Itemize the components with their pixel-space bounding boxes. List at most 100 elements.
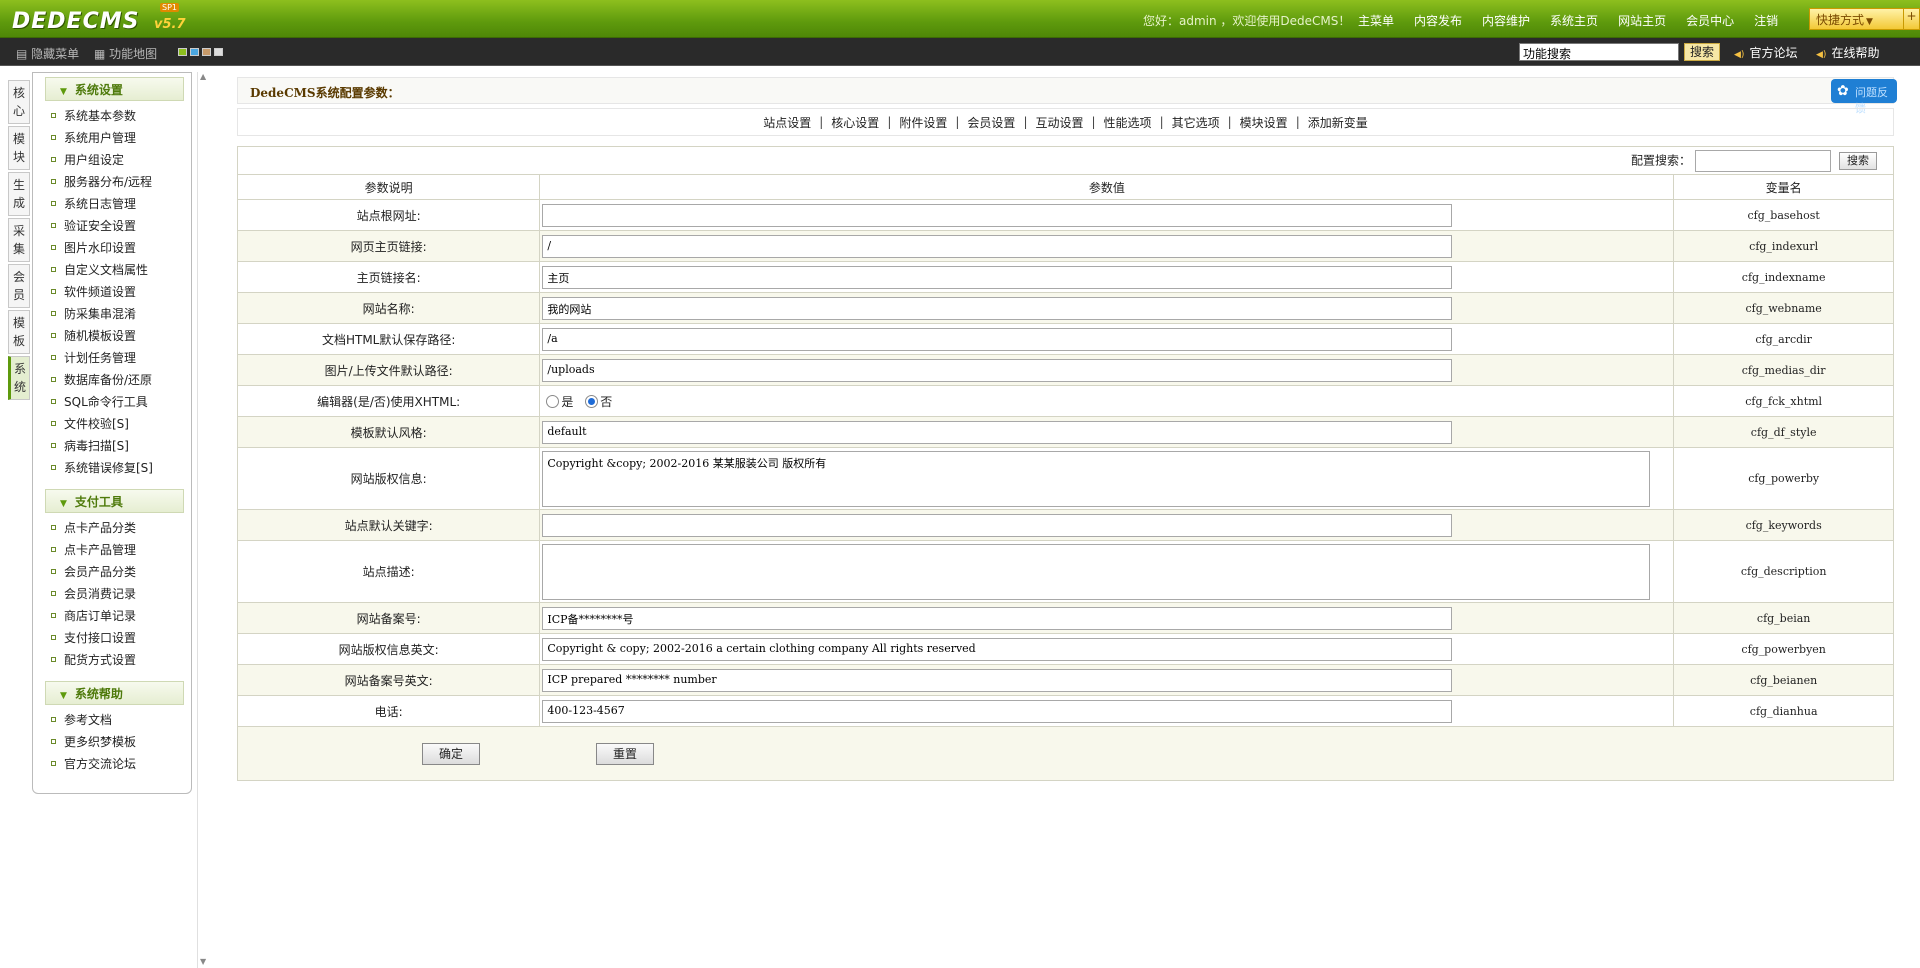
menu-item[interactable]: 验证安全设置 [51, 217, 191, 239]
bullet-icon [51, 569, 56, 574]
menu-item[interactable]: 病毒扫描[S] [51, 437, 191, 459]
scroll-down-icon[interactable]: ▼ [200, 957, 206, 966]
menu-item[interactable]: 商店订单记录 [51, 607, 191, 629]
menu-item[interactable]: 点卡产品管理 [51, 541, 191, 563]
xhtml-yes-radio[interactable] [546, 394, 560, 408]
table-row: 站点描述: cfg_description [236, 540, 1894, 603]
tab-member-settings[interactable]: 会员设置 [967, 114, 1015, 131]
version-label: v5.7 [154, 17, 186, 32]
section-system-settings[interactable]: ▼ 系统设置 [45, 77, 184, 101]
indexurl-input[interactable]: / [542, 234, 1453, 258]
skin-green-icon[interactable] [178, 48, 187, 56]
bullet-icon [51, 223, 56, 228]
bullet-icon [51, 421, 56, 426]
bullet-icon [51, 525, 56, 530]
menu-item[interactable]: 数据库备份/还原 [51, 371, 191, 393]
menu-item[interactable]: 软件频道设置 [51, 283, 191, 305]
function-search-button[interactable]: 搜索 [1684, 43, 1720, 61]
left-menu: ▼ 系统设置 系统基本参数 系统用户管理 用户组设定 服务器分布/远程 系统日志管… [32, 72, 192, 794]
vtab-system[interactable]: 系统 [8, 356, 30, 400]
quick-menu-button[interactable]: 快捷方式 ▼ + [1809, 8, 1920, 30]
menu-item[interactable]: 随机模板设置 [51, 327, 191, 349]
tab-performance-options[interactable]: 性能选项 [1104, 114, 1152, 131]
menu-item[interactable]: SQL命令行工具 [51, 393, 191, 415]
nav-system-home[interactable]: 系统主页 [1550, 12, 1598, 29]
powerbyen-input[interactable]: Copyright & copy; 2002-2016 a certain cl… [542, 637, 1453, 661]
skin-gray-icon[interactable] [214, 48, 223, 56]
official-forum-link[interactable]: ◀) 官方论坛 [1734, 44, 1797, 61]
vtab-member[interactable]: 会员 [8, 264, 30, 308]
powerby-textarea[interactable]: Copyright &copy; 2002-2016 某某服装公司 版权所有 [542, 450, 1651, 507]
vtab-collect[interactable]: 采集 [8, 218, 30, 262]
function-map-button[interactable]: ▦ 功能地图 [94, 45, 157, 62]
config-search-input[interactable] [1695, 149, 1831, 172]
vtab-template[interactable]: 模板 [8, 310, 30, 354]
online-help-link[interactable]: ◀) 在线帮助 [1816, 44, 1879, 61]
vtab-generate[interactable]: 生成 [8, 172, 30, 216]
section-system-help[interactable]: ▼ 系统帮助 [45, 681, 184, 705]
tab-add-variable[interactable]: 添加新变量 [1308, 114, 1368, 131]
menu-item[interactable]: 支付接口设置 [51, 629, 191, 651]
menu-item[interactable]: 会员产品分类 [51, 563, 191, 585]
menu-item[interactable]: 用户组设定 [51, 151, 191, 173]
menu-item[interactable]: 会员消费记录 [51, 585, 191, 607]
tab-module-settings[interactable]: 模块设置 [1240, 114, 1288, 131]
beianen-input[interactable]: ICP prepared ******** number [542, 668, 1453, 692]
hide-menu-button[interactable]: ▤ 隐藏菜单 [16, 45, 79, 62]
menu-item[interactable]: 自定义文档属性 [51, 261, 191, 283]
menu-item[interactable]: 服务器分布/远程 [51, 173, 191, 195]
nav-site-home[interactable]: 网站主页 [1618, 12, 1666, 29]
tab-site-settings[interactable]: 站点设置 [763, 114, 811, 131]
table-row: 网站备案号: ICP备********号 cfg_beian [236, 602, 1894, 634]
menu-item[interactable]: 更多织梦模板 [51, 733, 191, 755]
config-search-button[interactable]: 搜索 [1839, 151, 1877, 170]
phone-input[interactable]: 400-123-4567 [542, 699, 1453, 723]
medias-dir-input[interactable]: /uploads [542, 358, 1453, 382]
menu-item[interactable]: 系统用户管理 [51, 129, 191, 151]
menu-item[interactable]: 系统错误修复[S] [51, 459, 191, 481]
xhtml-no-radio[interactable] [585, 394, 599, 408]
menu-item[interactable]: 系统基本参数 [51, 107, 191, 129]
vtab-core[interactable]: 核心 [8, 80, 30, 124]
menu-item[interactable]: 官方交流论坛 [51, 755, 191, 777]
section-payment-tools[interactable]: ▼ 支付工具 [45, 489, 184, 513]
tab-other-options[interactable]: 其它选项 [1172, 114, 1220, 131]
nav-content-maintain[interactable]: 内容维护 [1482, 12, 1530, 29]
arcdir-input[interactable]: /a [542, 327, 1453, 351]
menu-item[interactable]: 计划任务管理 [51, 349, 191, 371]
skin-blue-icon[interactable] [190, 48, 199, 56]
function-search-input[interactable]: 功能搜索 [1519, 43, 1679, 61]
nav-main-menu[interactable]: 主菜单 [1358, 12, 1394, 29]
menu-item[interactable]: 参考文档 [51, 711, 191, 733]
beian-input[interactable]: ICP备********号 [542, 606, 1453, 630]
webname-input[interactable]: 我的网站 [542, 296, 1453, 320]
reset-button[interactable]: 重置 [596, 742, 654, 765]
vtab-module[interactable]: 模块 [8, 126, 30, 170]
menu-item[interactable]: 防采集串混淆 [51, 305, 191, 327]
menu-item[interactable]: 点卡产品分类 [51, 519, 191, 541]
submit-button[interactable]: 确定 [422, 742, 480, 765]
frame-scrollbar[interactable]: ▲ ▼ [197, 72, 211, 968]
speaker-icon: ◀) [1734, 50, 1745, 60]
nav-logout[interactable]: 注销 [1754, 12, 1778, 29]
basehost-input[interactable] [542, 203, 1453, 227]
indexname-input[interactable]: 主页 [542, 265, 1453, 289]
menu-item[interactable]: 配货方式设置 [51, 651, 191, 673]
skin-brown-icon[interactable] [202, 48, 211, 56]
menu-item[interactable]: 图片水印设置 [51, 239, 191, 261]
scroll-up-icon[interactable]: ▲ [200, 72, 206, 81]
tab-core-settings[interactable]: 核心设置 [831, 114, 879, 131]
df-style-input[interactable]: default [542, 420, 1453, 444]
menu-item[interactable]: 文件校验[S] [51, 415, 191, 437]
tab-attachment-settings[interactable]: 附件设置 [899, 114, 947, 131]
description-textarea[interactable] [542, 543, 1651, 600]
nav-member-center[interactable]: 会员中心 [1686, 12, 1734, 29]
menu-icon: ▤ [16, 47, 32, 61]
row-variable: cfg_beianen [1673, 664, 1894, 696]
tab-interaction-settings[interactable]: 互动设置 [1035, 114, 1083, 131]
keywords-input[interactable] [542, 513, 1453, 537]
nav-content-publish[interactable]: 内容发布 [1414, 12, 1462, 29]
menu-item[interactable]: 系统日志管理 [51, 195, 191, 217]
feedback-button[interactable]: ✿ 问题反馈 [1831, 79, 1897, 115]
plus-icon[interactable]: + [1903, 9, 1919, 29]
